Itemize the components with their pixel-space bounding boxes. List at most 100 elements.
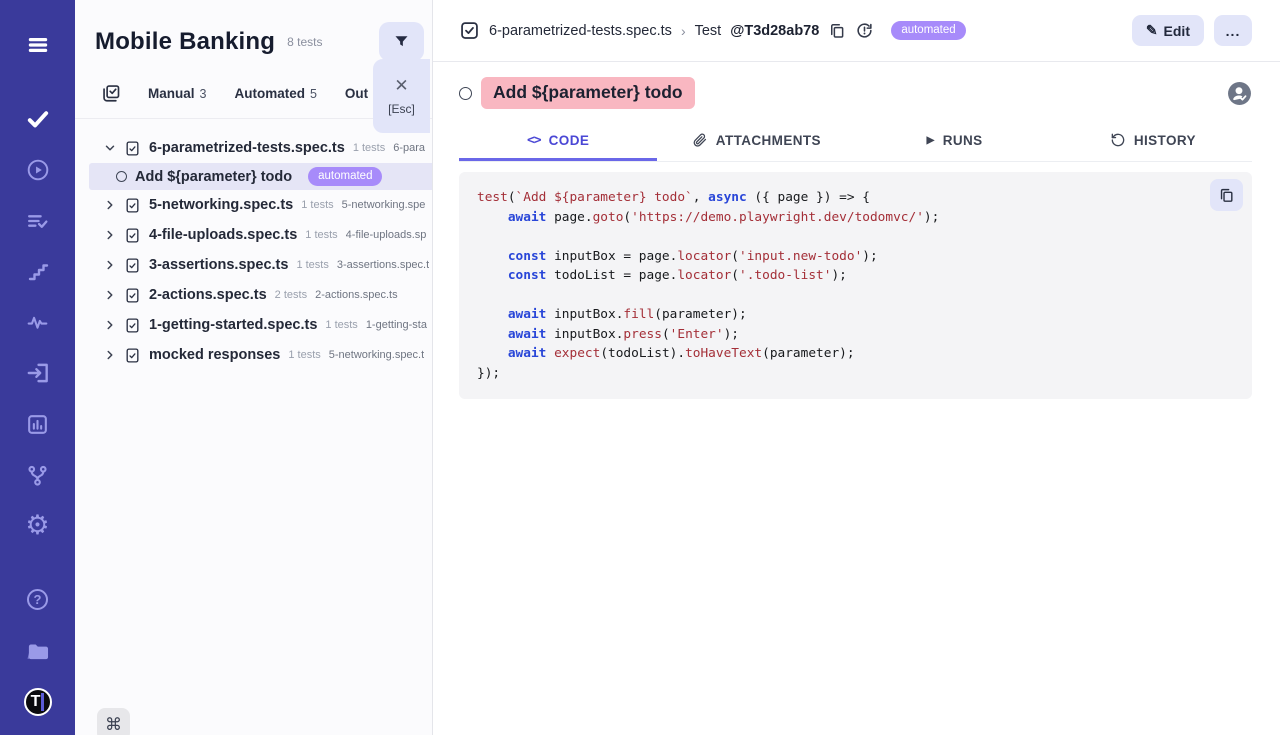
- tree-suite-row[interactable]: 3-assertions.spec.ts 1 tests 3-assertion…: [75, 250, 432, 280]
- tab-runs[interactable]: ▶RUNS: [856, 123, 1054, 161]
- filter-button[interactable]: [379, 22, 424, 61]
- suite-file-name: 5-networking.spe: [342, 199, 426, 211]
- detail-tabs: <>CODEATTACHMENTS▶RUNSHISTORY: [459, 123, 1252, 162]
- filter-tab-automated[interactable]: Automated5: [234, 86, 316, 101]
- code-line: await inputBox.press('Enter');: [477, 325, 1234, 345]
- suite-tests-count: 8 tests: [287, 35, 322, 49]
- edit-button[interactable]: ✎ Edit: [1132, 15, 1204, 46]
- select-all-icon[interactable]: [101, 83, 122, 104]
- suite-test-count: 1 tests: [301, 199, 333, 211]
- esc-hint: [Esc]: [388, 102, 415, 116]
- tab-attachments[interactable]: ATTACHMENTS: [657, 123, 855, 161]
- suite-test-count: 1 tests: [296, 259, 328, 271]
- tree-suite-row[interactable]: mocked responses 1 tests 5-networking.sp…: [75, 340, 432, 370]
- automated-badge: automated: [308, 167, 382, 186]
- more-button[interactable]: ...: [1214, 15, 1252, 46]
- spec-file-icon: [124, 197, 141, 214]
- chevron-icon[interactable]: [103, 141, 117, 155]
- suite-label: 4-file-uploads.spec.ts: [149, 227, 297, 243]
- suite-label: 3-assertions.spec.ts: [149, 257, 288, 273]
- spec-file-icon: [124, 317, 141, 334]
- test-checkbox-icon: [459, 20, 480, 41]
- filter-tab-manual[interactable]: Manual3: [148, 86, 206, 101]
- chevron-icon[interactable]: [103, 348, 117, 362]
- code-line: await page.goto('https://demo.playwright…: [477, 208, 1234, 228]
- test-id: @T3d28ab78: [730, 23, 819, 39]
- spec-file-icon: [124, 347, 141, 364]
- tree-suite-row[interactable]: 1-getting-started.spec.ts 1 tests 1-gett…: [75, 310, 432, 340]
- runs-play-icon[interactable]: [20, 153, 56, 188]
- analytics-icon[interactable]: [20, 407, 56, 442]
- edit-label: Edit: [1164, 23, 1190, 39]
- test-detail: 6-parametrized-tests.spec.ts › Test @T3d…: [433, 0, 1280, 735]
- suite-file-name: 4-file-uploads.sp: [346, 229, 427, 241]
- close-icon[interactable]: ✕: [394, 77, 408, 94]
- automated-badge: automated: [891, 21, 965, 40]
- code-line: test(`Add ${parameter} todo`, async ({ p…: [477, 188, 1234, 208]
- sync-alert-icon[interactable]: [855, 21, 874, 40]
- tests-check-icon[interactable]: [20, 102, 56, 137]
- chevron-icon[interactable]: [103, 258, 117, 272]
- copy-code-button[interactable]: [1210, 179, 1243, 211]
- import-icon[interactable]: [20, 356, 56, 391]
- test-source-code: test(`Add ${parameter} todo`, async ({ p…: [477, 188, 1234, 383]
- tree-test-row[interactable]: Add ${parameter} todo automated: [89, 163, 432, 190]
- status-circle-icon: [116, 171, 127, 182]
- suite-label: 6-parametrized-tests.spec.ts: [149, 140, 345, 156]
- breadcrumb-file[interactable]: 6-parametrized-tests.spec.ts: [489, 23, 672, 39]
- app-logo[interactable]: T: [20, 684, 56, 719]
- test-label: Add ${parameter} todo: [135, 169, 292, 185]
- suite-file-name: 6-para: [393, 142, 425, 154]
- code-block: test(`Add ${parameter} todo`, async ({ p…: [459, 172, 1252, 399]
- tree-suite-row[interactable]: 5-networking.spec.ts 1 tests 5-networkin…: [75, 190, 432, 220]
- suite-label: mocked responses: [149, 347, 280, 363]
- spec-file-icon: [124, 140, 141, 157]
- suite-test-count: 1 tests: [288, 349, 320, 361]
- status-circle-icon[interactable]: [459, 87, 472, 100]
- tree-suite-row[interactable]: 4-file-uploads.spec.ts 1 tests 4-file-up…: [75, 220, 432, 250]
- runs-icon: ▶: [927, 135, 935, 146]
- test-plans-icon[interactable]: [20, 204, 56, 239]
- breadcrumb-test-label: Test: [695, 23, 722, 39]
- settings-gear-icon[interactable]: ⚙: [20, 509, 56, 544]
- menu-icon[interactable]: [20, 28, 56, 63]
- suite-file-name: 3-assertions.spec.t: [337, 259, 429, 271]
- attachments-icon: [692, 132, 708, 148]
- branches-icon[interactable]: [20, 458, 56, 493]
- tab-history[interactable]: HISTORY: [1054, 123, 1252, 161]
- chevron-icon[interactable]: [103, 198, 117, 212]
- help-icon[interactable]: ?: [20, 583, 56, 618]
- suite-panel-header: Mobile Banking 8 tests ✕ [Esc]: [75, 0, 432, 69]
- code-line: });: [477, 364, 1234, 384]
- chevron-icon[interactable]: [103, 318, 117, 332]
- chevron-icon[interactable]: [103, 228, 117, 242]
- pulse-icon[interactable]: [20, 305, 56, 340]
- tree-suite-row[interactable]: 2-actions.spec.ts 2 tests 2-actions.spec…: [75, 280, 432, 310]
- suite-file-name: 2-actions.spec.ts: [315, 289, 398, 301]
- breadcrumb: 6-parametrized-tests.spec.ts › Test @T3d…: [459, 20, 966, 41]
- tab-code[interactable]: <>CODE: [459, 123, 657, 161]
- suite-panel: Mobile Banking 8 tests ✕ [Esc] Manual3 Au…: [75, 0, 433, 735]
- test-title: Add ${parameter} todo: [481, 77, 695, 109]
- suite-label: 2-actions.spec.ts: [149, 287, 267, 303]
- assignee-avatar[interactable]: [1227, 81, 1252, 106]
- code-line: [477, 227, 1234, 247]
- tree-suite-row[interactable]: 6-parametrized-tests.spec.ts 1 tests 6-p…: [75, 133, 432, 163]
- filter-tab-out[interactable]: Out: [345, 86, 373, 101]
- pencil-icon: ✎: [1146, 22, 1158, 39]
- shortcut-button[interactable]: ⌘: [97, 708, 130, 735]
- suite-test-count: 1 tests: [325, 319, 357, 331]
- sidebar: ⚙ ? T: [0, 0, 75, 735]
- filter-funnel-icon: [393, 33, 410, 50]
- spec-file-icon: [124, 287, 141, 304]
- suite-test-count: 1 tests: [305, 229, 337, 241]
- code-line: const inputBox = page.locator('input.new…: [477, 247, 1234, 267]
- projects-folder-icon[interactable]: [20, 633, 56, 668]
- chevron-icon[interactable]: [103, 288, 117, 302]
- suite-test-count: 2 tests: [275, 289, 307, 301]
- suite-file-name: 5-networking.spec.t: [329, 349, 424, 361]
- suite-label: 5-networking.spec.ts: [149, 197, 293, 213]
- history-icon: [1110, 132, 1126, 148]
- steps-icon[interactable]: [20, 254, 56, 289]
- copy-id-icon[interactable]: [828, 22, 846, 40]
